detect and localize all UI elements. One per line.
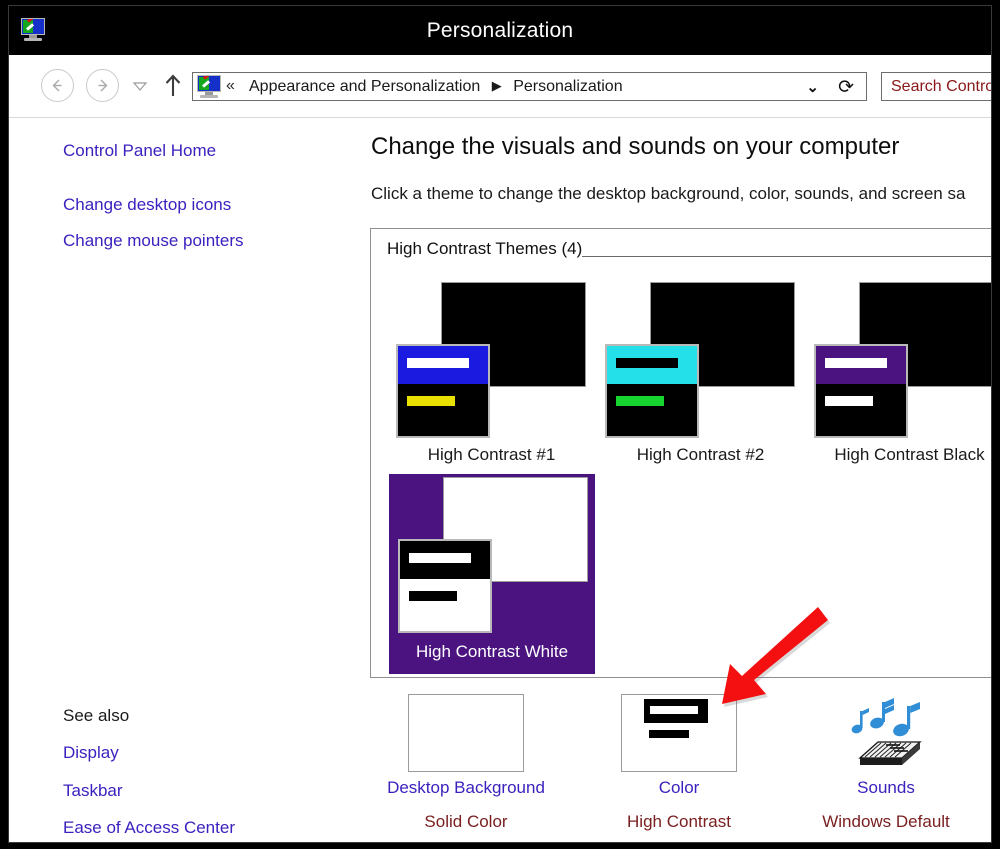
- page-subtitle: Click a theme to change the desktop back…: [371, 184, 966, 203]
- refresh-icon[interactable]: ⟳: [838, 76, 854, 99]
- theme-body-text-bar: [616, 396, 664, 406]
- theme-thumbnail: [598, 282, 801, 442]
- theme-window-preview: [396, 344, 490, 438]
- breadcrumb: Appearance and Personalization ▶ Persona…: [249, 78, 623, 96]
- desktop-background-icon: [408, 694, 524, 772]
- sidebar-item-control-panel-home[interactable]: Control Panel Home: [63, 141, 216, 161]
- theme-window-preview: [605, 344, 699, 438]
- sidebar-item-taskbar[interactable]: Taskbar: [63, 781, 123, 801]
- search-input[interactable]: [889, 77, 991, 97]
- color-preview-body-text: [649, 730, 689, 738]
- address-bar[interactable]: « Appearance and Personalization ▶ Perso…: [192, 72, 867, 101]
- theme-label: High Contrast #1: [427, 445, 556, 464]
- theme-body-text-bar: [407, 396, 455, 406]
- theme-window-preview: [398, 539, 492, 633]
- breadcrumb-separator-icon[interactable]: ▶: [492, 78, 502, 94]
- theme-group-separator: [582, 239, 991, 257]
- page-title: Change the visuals and sounds on your co…: [371, 133, 900, 160]
- theme-titlebar-text-bar: [616, 358, 678, 368]
- theme-thumbnail: [807, 282, 991, 442]
- sidebar-item-change-desktop-icons[interactable]: Change desktop icons: [63, 195, 231, 215]
- theme-item-high-contrast-black[interactable]: High Contrast Black: [807, 282, 991, 478]
- address-bar-monitor-icon: [196, 75, 222, 98]
- setting-value-color: High Contrast: [627, 812, 731, 831]
- color-preview-titlebar: [644, 699, 708, 723]
- theme-body-text-bar: [825, 396, 873, 406]
- theme-list-box: High Contrast Themes (4) High Contrast #…: [370, 228, 991, 678]
- theme-item-high-contrast-white[interactable]: High Contrast White: [389, 474, 595, 674]
- window-title: Personalization: [426, 19, 574, 42]
- theme-group-header: High Contrast Themes (4): [387, 239, 991, 263]
- setting-value-sounds: Windows Default: [822, 812, 950, 831]
- theme-titlebar-text-bar: [409, 553, 471, 563]
- theme-group-label: High Contrast Themes (4): [387, 239, 583, 258]
- theme-window-preview: [814, 344, 908, 438]
- see-also-heading: See also: [63, 706, 130, 725]
- theme-body-text-bar: [409, 591, 457, 601]
- chevron-down-icon[interactable]: ⌄: [806, 78, 819, 96]
- setting-label-color[interactable]: Color: [579, 778, 779, 798]
- recent-locations-chevron-icon[interactable]: [131, 77, 149, 95]
- theme-titlebar-text-bar: [407, 358, 469, 368]
- left-navigation-pane: Control Panel Home Change desktop icons …: [9, 118, 354, 842]
- sidebar-item-ease-of-access-center[interactable]: Ease of Access Center: [63, 818, 235, 838]
- window-outer-left-edge: [0, 0, 8, 849]
- window-color-preview-art: [644, 699, 714, 769]
- search-box[interactable]: [881, 72, 991, 101]
- breadcrumb-item-personalization[interactable]: Personalization: [513, 78, 622, 95]
- theme-label: High Contrast White: [415, 642, 569, 661]
- setting-value-desktop-background: Solid Color: [424, 812, 508, 831]
- sidebar-item-change-mouse-pointers[interactable]: Change mouse pointers: [63, 231, 244, 251]
- breadcrumb-item-appearance[interactable]: Appearance and Personalization: [249, 78, 480, 95]
- breadcrumb-overflow-chevrons[interactable]: «: [226, 77, 235, 95]
- navigation-bar: « Appearance and Personalization ▶ Perso…: [9, 55, 991, 118]
- content-area: Control Panel Home Change desktop icons …: [9, 118, 991, 842]
- setting-label-desktop-background[interactable]: Desktop Background: [366, 778, 566, 798]
- theme-item-high-contrast-2[interactable]: High Contrast #2: [598, 282, 803, 478]
- sidebar-item-display[interactable]: Display: [63, 743, 119, 763]
- theme-label: High Contrast #2: [636, 445, 765, 464]
- up-arrow-icon[interactable]: [163, 73, 183, 99]
- theme-thumbnail: [391, 477, 594, 637]
- window-color-icon: [621, 694, 737, 772]
- theme-thumbnail: [389, 282, 592, 442]
- window-title-bar: Personalization: [9, 6, 991, 55]
- forward-arrow-icon[interactable]: [86, 69, 119, 102]
- window-outer-right-edge: [992, 0, 1000, 849]
- color-preview-titlebar-text: [650, 706, 698, 714]
- theme-item-high-contrast-1[interactable]: High Contrast #1: [389, 282, 594, 478]
- settings-strip: Desktop Background Solid Color Color Hig…: [354, 694, 991, 842]
- theme-titlebar-text-bar: [825, 358, 887, 368]
- personalization-window: Personalization « Appearance and Persona…: [8, 5, 992, 843]
- theme-label: High Contrast Black: [834, 445, 985, 464]
- setting-label-sounds[interactable]: Sounds: [786, 778, 986, 798]
- window-outer-bottom-edge: [0, 843, 1000, 849]
- back-arrow-icon[interactable]: [41, 69, 74, 102]
